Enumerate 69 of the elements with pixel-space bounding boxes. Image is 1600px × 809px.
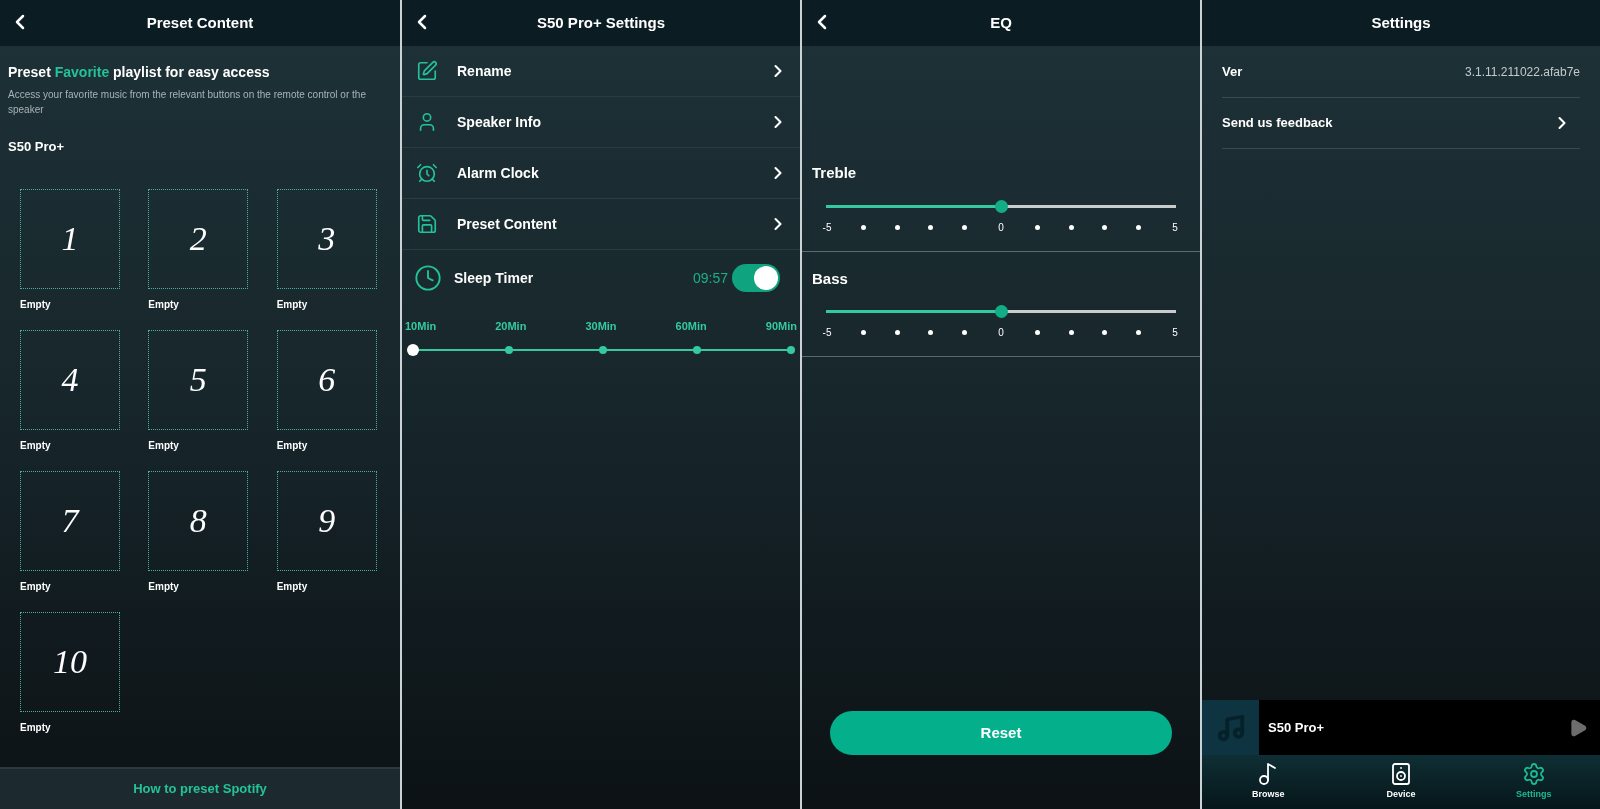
slot-label: Empty	[276, 579, 309, 594]
alarm-clock-icon	[416, 162, 438, 184]
toggle-switch[interactable]	[732, 264, 780, 292]
version-label: Ver	[1222, 62, 1243, 81]
preset-slot[interactable]: 8	[148, 470, 249, 571]
help-link[interactable]: How to preset Spotify	[133, 779, 267, 799]
description-text: Access your favorite music from the relevant buttons on the remote control or the speaker	[8, 88, 367, 117]
slider-thumb[interactable]	[995, 199, 1008, 213]
timer-option-label[interactable]: 60Min	[675, 318, 707, 335]
preset-slot[interactable]: 10	[20, 611, 120, 712]
slot-label: Empty	[276, 438, 309, 453]
preset-slot[interactable]: 6	[276, 329, 377, 430]
timer-time: 09:57	[692, 268, 728, 288]
slider-thumb[interactable]	[995, 305, 1008, 318]
menu-item[interactable]: Speaker Info	[402, 97, 800, 148]
sleep-timer-label: Sleep Timer	[454, 268, 535, 288]
edit-icon	[416, 60, 438, 82]
timer-option-label[interactable]: 90Min	[765, 318, 797, 335]
slot-label: Empty	[20, 579, 52, 594]
preset-slot[interactable]: 1	[20, 188, 120, 289]
timer-option-label[interactable]: 30Min	[585, 318, 617, 335]
heading-text: Preset Favorite playlist for easy access	[8, 63, 271, 82]
tick-label: 0	[997, 326, 1005, 340]
preset-slot[interactable]: 5	[148, 329, 249, 430]
preset-slot[interactable]: 2	[148, 188, 249, 289]
preset-slot[interactable]: 4	[20, 329, 120, 430]
nav-tab[interactable]: Device	[1334, 755, 1468, 809]
slot-label: Empty	[148, 297, 180, 312]
feedback-row[interactable]: Send us feedback	[1222, 98, 1580, 149]
tick-label: 5	[1171, 326, 1179, 340]
preset-slot[interactable]: 7	[20, 470, 120, 571]
slot-label: Empty	[276, 297, 309, 312]
now-playing-bar[interactable]: S50 Pro+	[1202, 700, 1600, 755]
tick-label: -5	[822, 220, 832, 235]
screen-title: Preset Content	[146, 12, 254, 33]
slot-label: Empty	[148, 579, 180, 594]
timer-option-label[interactable]: 10Min	[405, 318, 437, 335]
timer-stop[interactable]	[407, 343, 419, 356]
slot-label: Empty	[148, 438, 180, 453]
clock-icon	[414, 264, 442, 292]
timer-stop[interactable]	[599, 345, 607, 354]
version-value: 3.1.11.211022.afab7e	[1465, 63, 1580, 81]
save-icon	[416, 213, 438, 235]
screen-title: Settings	[1371, 12, 1431, 33]
tick-label: -5	[822, 326, 832, 340]
nav-tab[interactable]: Browse	[1202, 755, 1335, 809]
timer-stop[interactable]	[693, 345, 701, 354]
slot-label: Empty	[20, 720, 52, 735]
now-playing-title: S50 Pro+	[1268, 718, 1325, 737]
preset-slot[interactable]: 9	[276, 470, 377, 571]
timer-stop[interactable]	[505, 345, 513, 354]
settings-icon	[1521, 762, 1546, 787]
slot-label: Empty	[20, 297, 52, 312]
device-name: S50 Pro+	[8, 138, 65, 156]
timer-option-label[interactable]: 20Min	[495, 318, 527, 335]
nav-tab[interactable]: Settings	[1467, 755, 1600, 809]
preset-slot[interactable]: 3	[276, 188, 377, 289]
slot-label: Empty	[20, 438, 52, 453]
menu-item[interactable]: Preset Content	[402, 199, 800, 250]
timer-stop[interactable]	[787, 345, 795, 354]
band-label: Treble	[812, 163, 858, 183]
band-label: Bass	[812, 268, 849, 289]
speaker-icon	[1389, 762, 1413, 787]
menu-item[interactable]: Rename	[402, 46, 800, 97]
tick-label: 5	[1171, 220, 1179, 235]
screen-title: EQ	[990, 12, 1012, 33]
screen-title: S50 Pro+ Settings	[537, 12, 665, 33]
tick-label: 0	[997, 220, 1005, 235]
menu-item[interactable]: Alarm Clock	[402, 148, 800, 199]
